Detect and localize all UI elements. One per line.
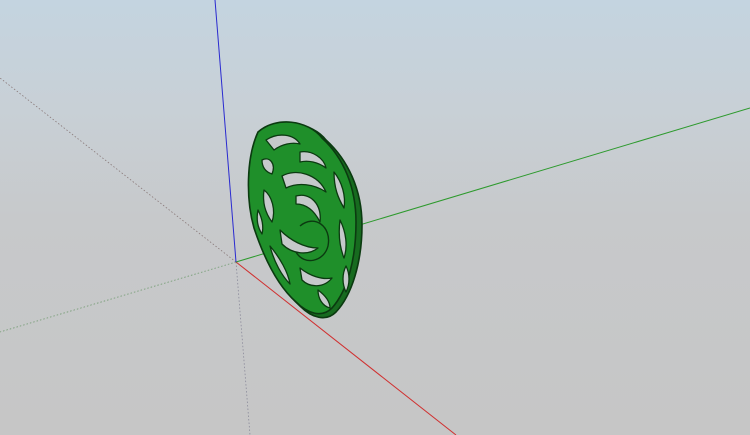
scene-canvas[interactable] — [0, 0, 750, 435]
3d-viewport[interactable] — [0, 0, 750, 435]
negative-z-axis — [235, 261, 251, 435]
negative-y-axis — [0, 261, 237, 333]
z-axis — [214, 0, 237, 263]
dragon-emblem-model[interactable] — [247, 121, 363, 319]
negative-x-axis — [0, 77, 237, 263]
